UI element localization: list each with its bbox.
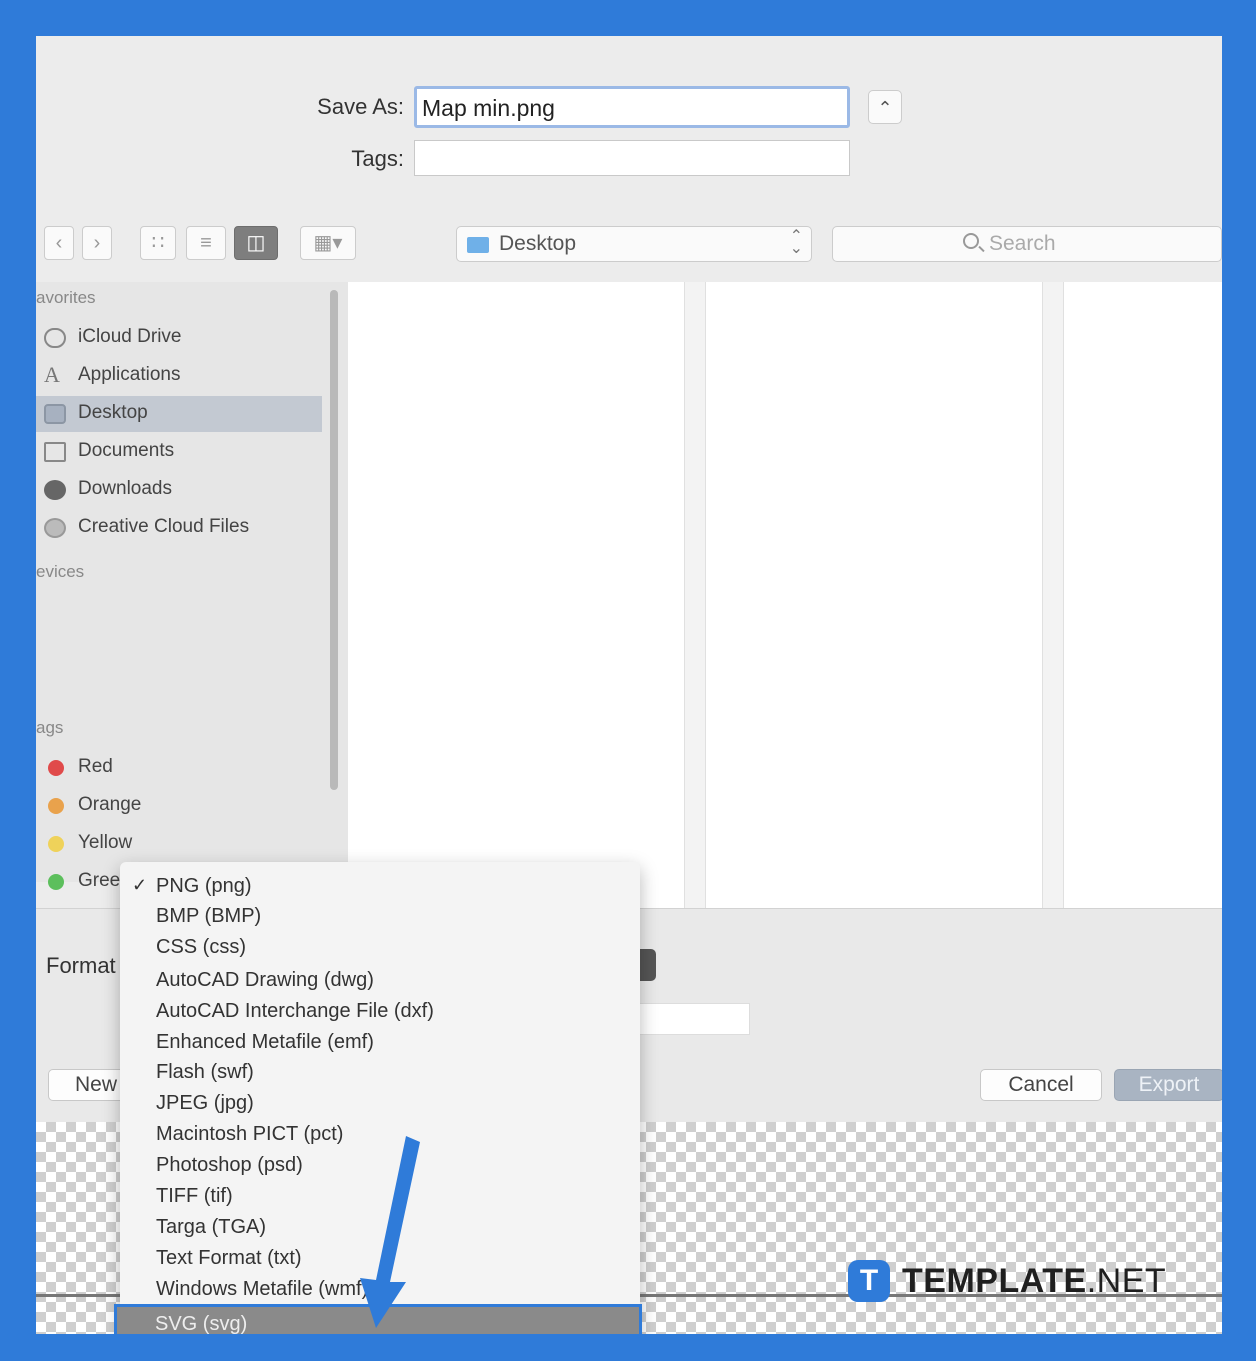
sidebar-scrollbar[interactable] xyxy=(330,290,338,790)
sidebar-tag-orange[interactable]: Orange xyxy=(36,788,322,824)
chevron-left-icon: ‹ xyxy=(55,232,63,254)
gallery-icon: ▦▾ xyxy=(313,232,343,254)
browser-toolbar: ‹ › ∷ ≡ ◫ ▦▾ Desktop ⌃ ⌄ Search xyxy=(36,218,1222,274)
collapse-dialog-button[interactable]: ⌃ xyxy=(868,90,902,124)
sidebar-tag-yellow[interactable]: Yellow xyxy=(36,826,322,862)
logo-wordmark: TEMPLATE.NET xyxy=(902,1262,1166,1301)
search-placeholder: Search xyxy=(989,232,1056,255)
sidebar-item-applications[interactable]: Applications xyxy=(36,358,322,394)
sidebar-item-icloud-drive[interactable]: iCloud Drive xyxy=(36,320,322,356)
cloud-icon xyxy=(44,328,66,348)
sidebar-item-label: iCloud Drive xyxy=(78,326,182,347)
creative-cloud-icon xyxy=(44,518,66,538)
updown-chevron-icon: ⌃ ⌄ xyxy=(789,228,803,257)
document-icon xyxy=(44,442,66,462)
column-divider[interactable] xyxy=(1042,282,1064,908)
tags-label: Tags: xyxy=(351,146,404,171)
export-button[interactable]: Export xyxy=(1114,1069,1222,1101)
search-field[interactable]: Search xyxy=(832,226,1222,262)
tags-field[interactable] xyxy=(414,140,850,176)
sidebar-item-label: Documents xyxy=(78,440,175,461)
sidebar-item-label: Creative Cloud Files xyxy=(78,516,250,537)
location-label: Desktop xyxy=(499,232,577,255)
sidebar: avorites iCloud Drive Applications Deskt… xyxy=(36,282,348,891)
applications-icon xyxy=(44,362,66,388)
sidebar-favorites-header: avorites xyxy=(36,288,96,307)
options-field[interactable] xyxy=(632,1003,750,1035)
folder-icon xyxy=(467,237,489,253)
green-tag-dot-icon xyxy=(48,874,64,890)
forward-button[interactable]: › xyxy=(82,226,112,260)
back-button[interactable]: ‹ xyxy=(44,226,74,260)
sidebar-item-label: Desktop xyxy=(78,402,148,423)
list-view-button[interactable]: ≡ xyxy=(186,226,226,260)
list-icon: ≡ xyxy=(200,232,212,254)
format-option-emf[interactable]: Enhanced Metafile (emf) xyxy=(120,1028,640,1058)
sidebar-item-downloads[interactable]: Downloads xyxy=(36,472,322,508)
column-browser xyxy=(348,282,1222,908)
column-divider[interactable] xyxy=(684,282,706,908)
format-option-css[interactable]: CSS (css) xyxy=(120,933,640,963)
sidebar-tags-header: ags xyxy=(36,718,64,737)
logo-brand: TEMPLATE xyxy=(902,1262,1087,1300)
format-option-dwg[interactable]: AutoCAD Drawing (dwg) xyxy=(120,966,640,996)
save-as-field[interactable]: Map min.png xyxy=(414,86,850,128)
orange-tag-dot-icon xyxy=(48,798,64,814)
format-label: Format xyxy=(46,953,116,978)
sidebar-devices-header: evices xyxy=(36,562,85,581)
menu-item-label: PNG (png) xyxy=(156,875,252,897)
format-option-png[interactable]: ✓ PNG (png) xyxy=(120,872,640,902)
checkmark-icon: ✓ xyxy=(132,875,148,895)
format-option-dxf[interactable]: AutoCAD Interchange File (dxf) xyxy=(120,997,640,1027)
sidebar-item-label: Applications xyxy=(78,364,181,385)
column-view-button[interactable]: ◫ xyxy=(234,226,278,260)
red-tag-dot-icon xyxy=(48,760,64,776)
cancel-button[interactable]: Cancel xyxy=(980,1069,1102,1101)
search-icon xyxy=(963,233,979,249)
logo-suffix: .NET xyxy=(1086,1262,1167,1300)
chevron-up-icon: ⌃ xyxy=(877,98,893,118)
location-popup[interactable]: Desktop ⌃ ⌄ xyxy=(456,226,812,262)
grid-icon: ∷ xyxy=(151,232,165,254)
format-option-bmp[interactable]: BMP (BMP) xyxy=(120,902,640,932)
icon-view-button[interactable]: ∷ xyxy=(140,226,176,260)
sidebar-item-label: Red xyxy=(78,756,113,777)
sidebar-item-creative-cloud-files[interactable]: Creative Cloud Files xyxy=(36,510,322,546)
annotation-arrow-icon xyxy=(360,1136,420,1328)
sidebar-item-desktop[interactable]: Desktop xyxy=(36,396,322,432)
sidebar-tag-red[interactable]: Red xyxy=(36,750,322,786)
save-as-label: Save As: xyxy=(317,94,404,119)
sidebar-item-label: Orange xyxy=(78,794,142,815)
format-option-swf[interactable]: Flash (swf) xyxy=(120,1058,640,1088)
chevron-right-icon: › xyxy=(93,232,101,254)
format-option-jpg[interactable]: JPEG (jpg) xyxy=(120,1089,640,1119)
export-dialog: Save As: Map min.png ⌃ Tags: ‹ › ∷ ≡ ◫ ▦… xyxy=(36,36,1222,1334)
gallery-view-button[interactable]: ▦▾ xyxy=(300,226,356,260)
sidebar-item-label: Downloads xyxy=(78,478,172,499)
download-icon xyxy=(44,480,66,500)
logo-mark-icon: T xyxy=(848,1260,890,1302)
sidebar-item-documents[interactable]: Documents xyxy=(36,434,322,470)
yellow-tag-dot-icon xyxy=(48,836,64,852)
sidebar-item-label: Gree xyxy=(78,870,121,891)
desktop-icon xyxy=(44,404,66,424)
sidebar-item-label: Yellow xyxy=(78,832,133,853)
columns-icon: ◫ xyxy=(246,232,266,254)
